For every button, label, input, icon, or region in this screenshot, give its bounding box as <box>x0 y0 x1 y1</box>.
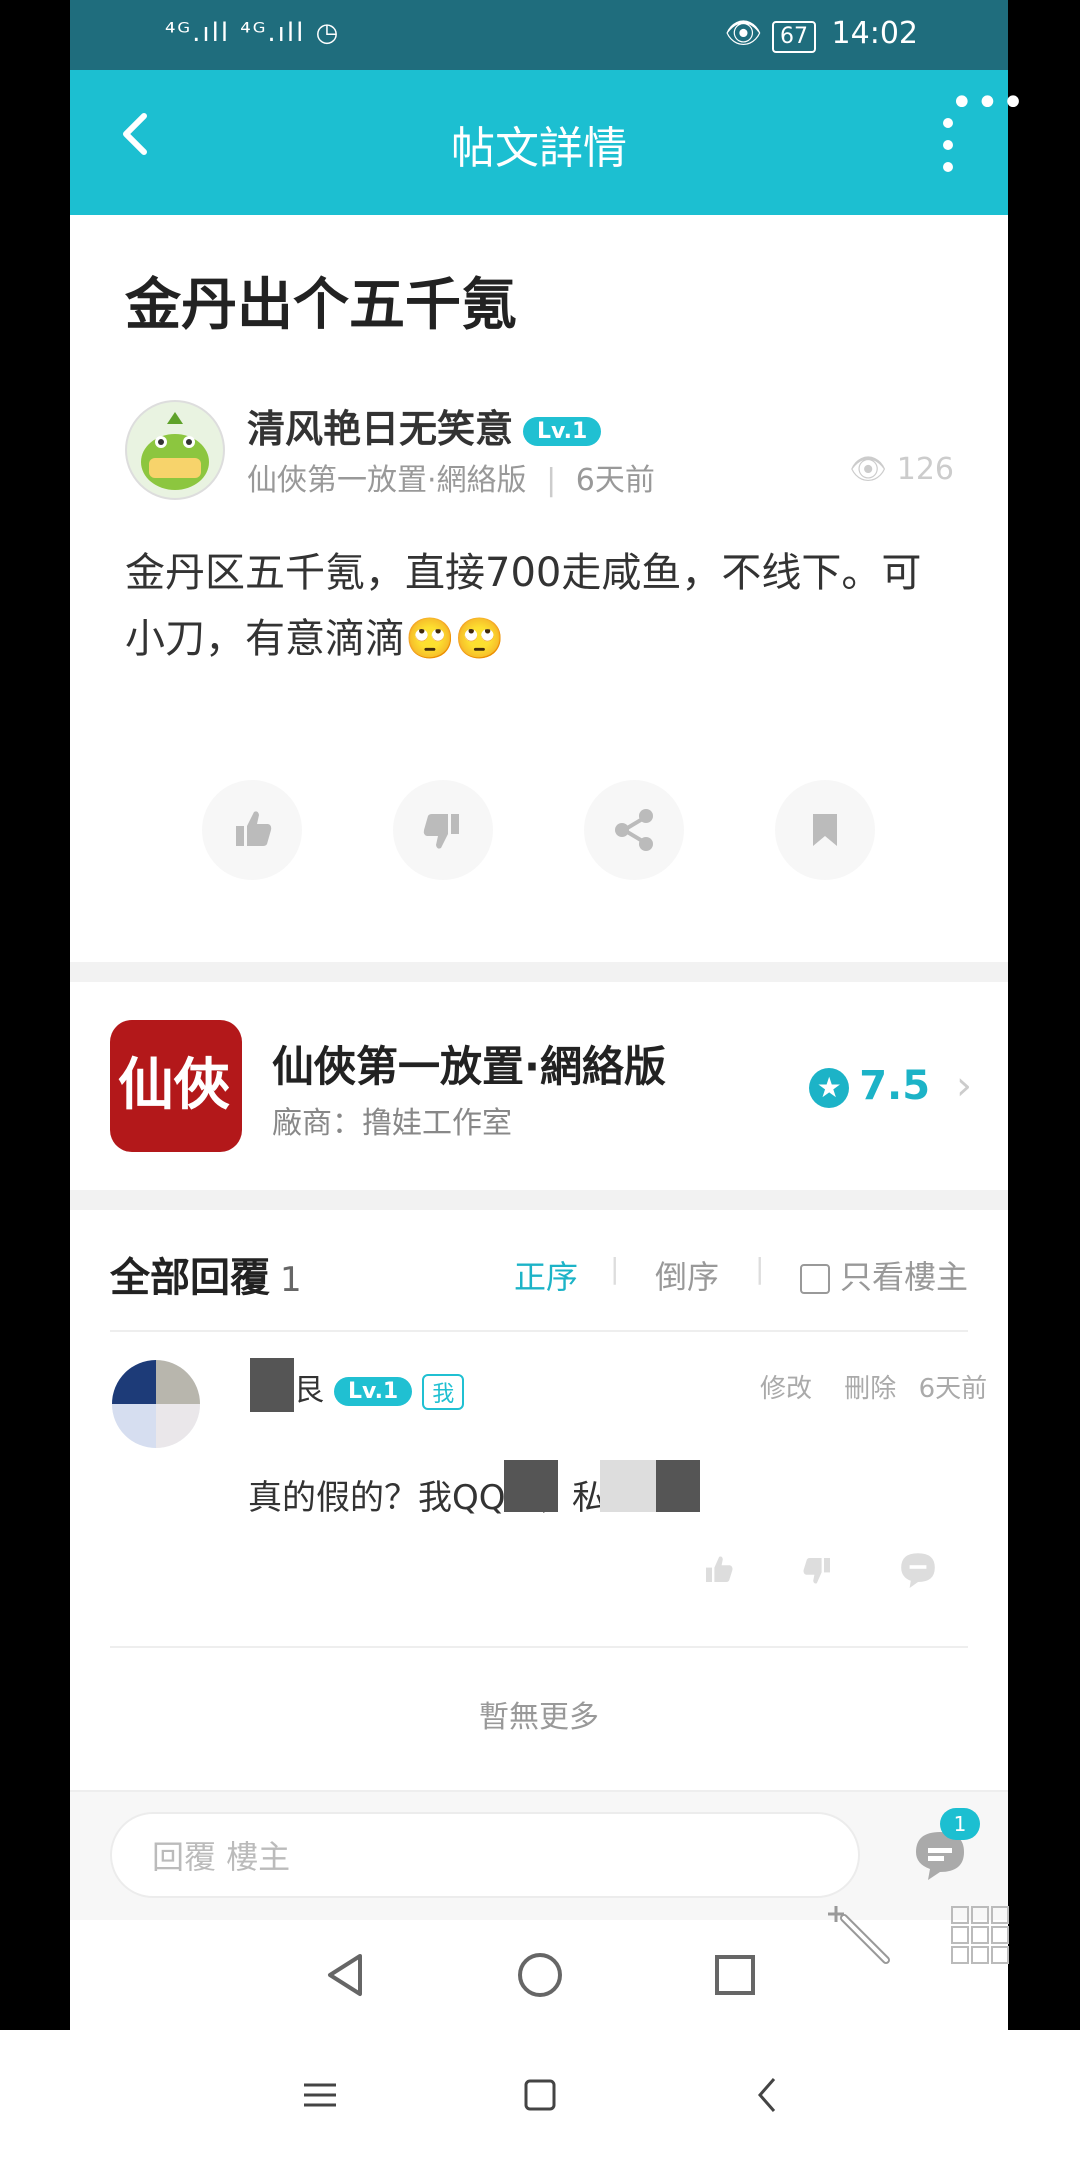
post-title: 金丹出个五千氪 <box>125 273 517 338</box>
like-button[interactable] <box>202 780 302 880</box>
eye-icon: 👁 <box>849 452 888 487</box>
chevron-right-icon: › <box>956 1063 972 1109</box>
sort-separator: | <box>755 1252 765 1285</box>
owner-only-label: 只看樓主 <box>840 1258 969 1296</box>
reply-input[interactable]: 回覆 樓主 <box>110 1812 860 1898</box>
share-icon <box>615 809 653 851</box>
replies-header: 全部回覆 1 <box>110 1245 302 1303</box>
share-button[interactable] <box>584 780 684 880</box>
me-badge: 我 <box>422 1373 465 1410</box>
game-link[interactable]: 仙俠第一放置·網絡版 <box>247 463 527 498</box>
divider <box>110 1646 968 1648</box>
reply-author-name[interactable]: 艮 <box>294 1373 324 1408</box>
level-badge: Lv.1 <box>523 417 602 446</box>
owner-only-toggle[interactable]: 只看樓主 <box>800 1252 968 1298</box>
dislike-button[interactable] <box>393 780 493 880</box>
checkbox-icon[interactable] <box>800 1264 830 1294</box>
thumbs-up-icon[interactable] <box>688 1540 748 1600</box>
magic-wand-icon[interactable] <box>826 1900 896 1970</box>
reply-time: 6天前 <box>918 1374 988 1404</box>
sort-descending-button[interactable]: 倒序 <box>655 1252 719 1298</box>
device-nav-bar <box>0 2030 1080 2160</box>
section-divider <box>70 1190 1008 1210</box>
reply-author-line: 艮 Lv.1 我 <box>250 1365 465 1410</box>
rating-value: 7.5 <box>859 1063 931 1109</box>
status-bar: ⁴ᴳ.ıll ⁴ᴳ.ıll ◷ 👁 67 14:02 <box>70 0 1008 70</box>
dinosaur-avatar-icon <box>141 412 209 490</box>
meta-separator: | <box>546 463 557 498</box>
nav-home-icon[interactable] <box>515 1950 565 2000</box>
clock: 14:02 <box>831 16 918 51</box>
thumbs-down-icon <box>423 814 459 849</box>
author-name[interactable]: 清风艳日无笑意 <box>247 407 513 451</box>
app-bar: 帖文詳情 <box>70 70 1008 215</box>
post-actions <box>70 780 1008 880</box>
game-rating[interactable]: ★ 7.5 › <box>809 1063 972 1109</box>
bookmark-button[interactable] <box>775 780 875 880</box>
level-badge: Lv.1 <box>334 1377 413 1406</box>
reply-avatar[interactable] <box>112 1360 200 1448</box>
post-meta: 仙俠第一放置·網絡版 | 6天前 <box>247 455 655 499</box>
reply-text: 真的假的？我QQ 8，私聊 <box>248 1478 640 1518</box>
back-chevron-icon[interactable] <box>748 2075 788 2115</box>
no-more-label: 暫無更多 <box>479 1700 599 1735</box>
divider <box>110 1330 968 1332</box>
game-name[interactable]: 仙俠第一放置·網絡版 <box>272 1033 666 1094</box>
app-screen: ⁴ᴳ.ıll ⁴ᴳ.ıll ◷ 👁 67 14:02 帖文詳情 金丹出个五千氪 … <box>70 0 1008 2030</box>
thumbs-down-icon[interactable] <box>788 1540 848 1600</box>
edit-link[interactable]: 修改 <box>760 1374 812 1404</box>
game-icon-text: 仙俠 <box>118 1052 230 1118</box>
reply-controls: 修改 刪除 6天前 <box>760 1368 987 1405</box>
unread-badge: 1 <box>940 1808 980 1840</box>
post-body: 金丹区五千氪，直接700走咸鱼，不线下。可小刀，有意滴滴🙄🙄 <box>125 550 922 662</box>
view-count-value: 126 <box>896 452 954 487</box>
reply-actions <box>688 1540 948 1600</box>
delete-link[interactable]: 刪除 <box>844 1374 896 1404</box>
author-line: 清风艳日无笑意 Lv.1 <box>247 398 602 453</box>
signal-indicators: ⁴ᴳ.ıll ⁴ᴳ.ıll ◷ <box>165 18 341 48</box>
post-time: 6天前 <box>575 463 655 498</box>
grid-menu-icon[interactable] <box>950 1905 1010 1965</box>
menu-icon[interactable] <box>300 2075 340 2115</box>
replies-count: 1 <box>280 1260 302 1300</box>
author-avatar[interactable] <box>125 400 225 500</box>
section-divider <box>70 962 1008 982</box>
nav-back-icon[interactable] <box>320 1950 370 2000</box>
sort-ascending-button[interactable]: 正序 <box>514 1252 578 1298</box>
game-icon[interactable]: 仙俠 <box>110 1020 242 1152</box>
comment-icon[interactable] <box>888 1540 948 1600</box>
game-developer: 廠商：撸娃工作室 <box>272 1106 512 1141</box>
redacted-block <box>504 1460 558 1512</box>
thumbs-up-icon <box>236 811 272 846</box>
star-icon: ★ <box>809 1068 850 1108</box>
replies-title: 全部回覆 <box>110 1255 270 1301</box>
sort-separator: | <box>610 1252 620 1285</box>
home-square-icon[interactable] <box>520 2075 560 2115</box>
redacted-block <box>600 1460 656 1512</box>
nav-recents-icon[interactable] <box>710 1950 760 2000</box>
page-title: 帖文詳情 <box>451 123 627 174</box>
bookmark-icon <box>813 814 837 846</box>
redacted-block <box>656 1460 700 1512</box>
status-right: 👁 67 14:02 <box>724 16 918 53</box>
view-count: 👁 126 <box>849 452 954 487</box>
eye-icon: 👁 <box>724 16 763 51</box>
battery-indicator: 67 <box>771 21 816 53</box>
overlay-menu-icon[interactable]: ••• <box>950 80 1027 126</box>
